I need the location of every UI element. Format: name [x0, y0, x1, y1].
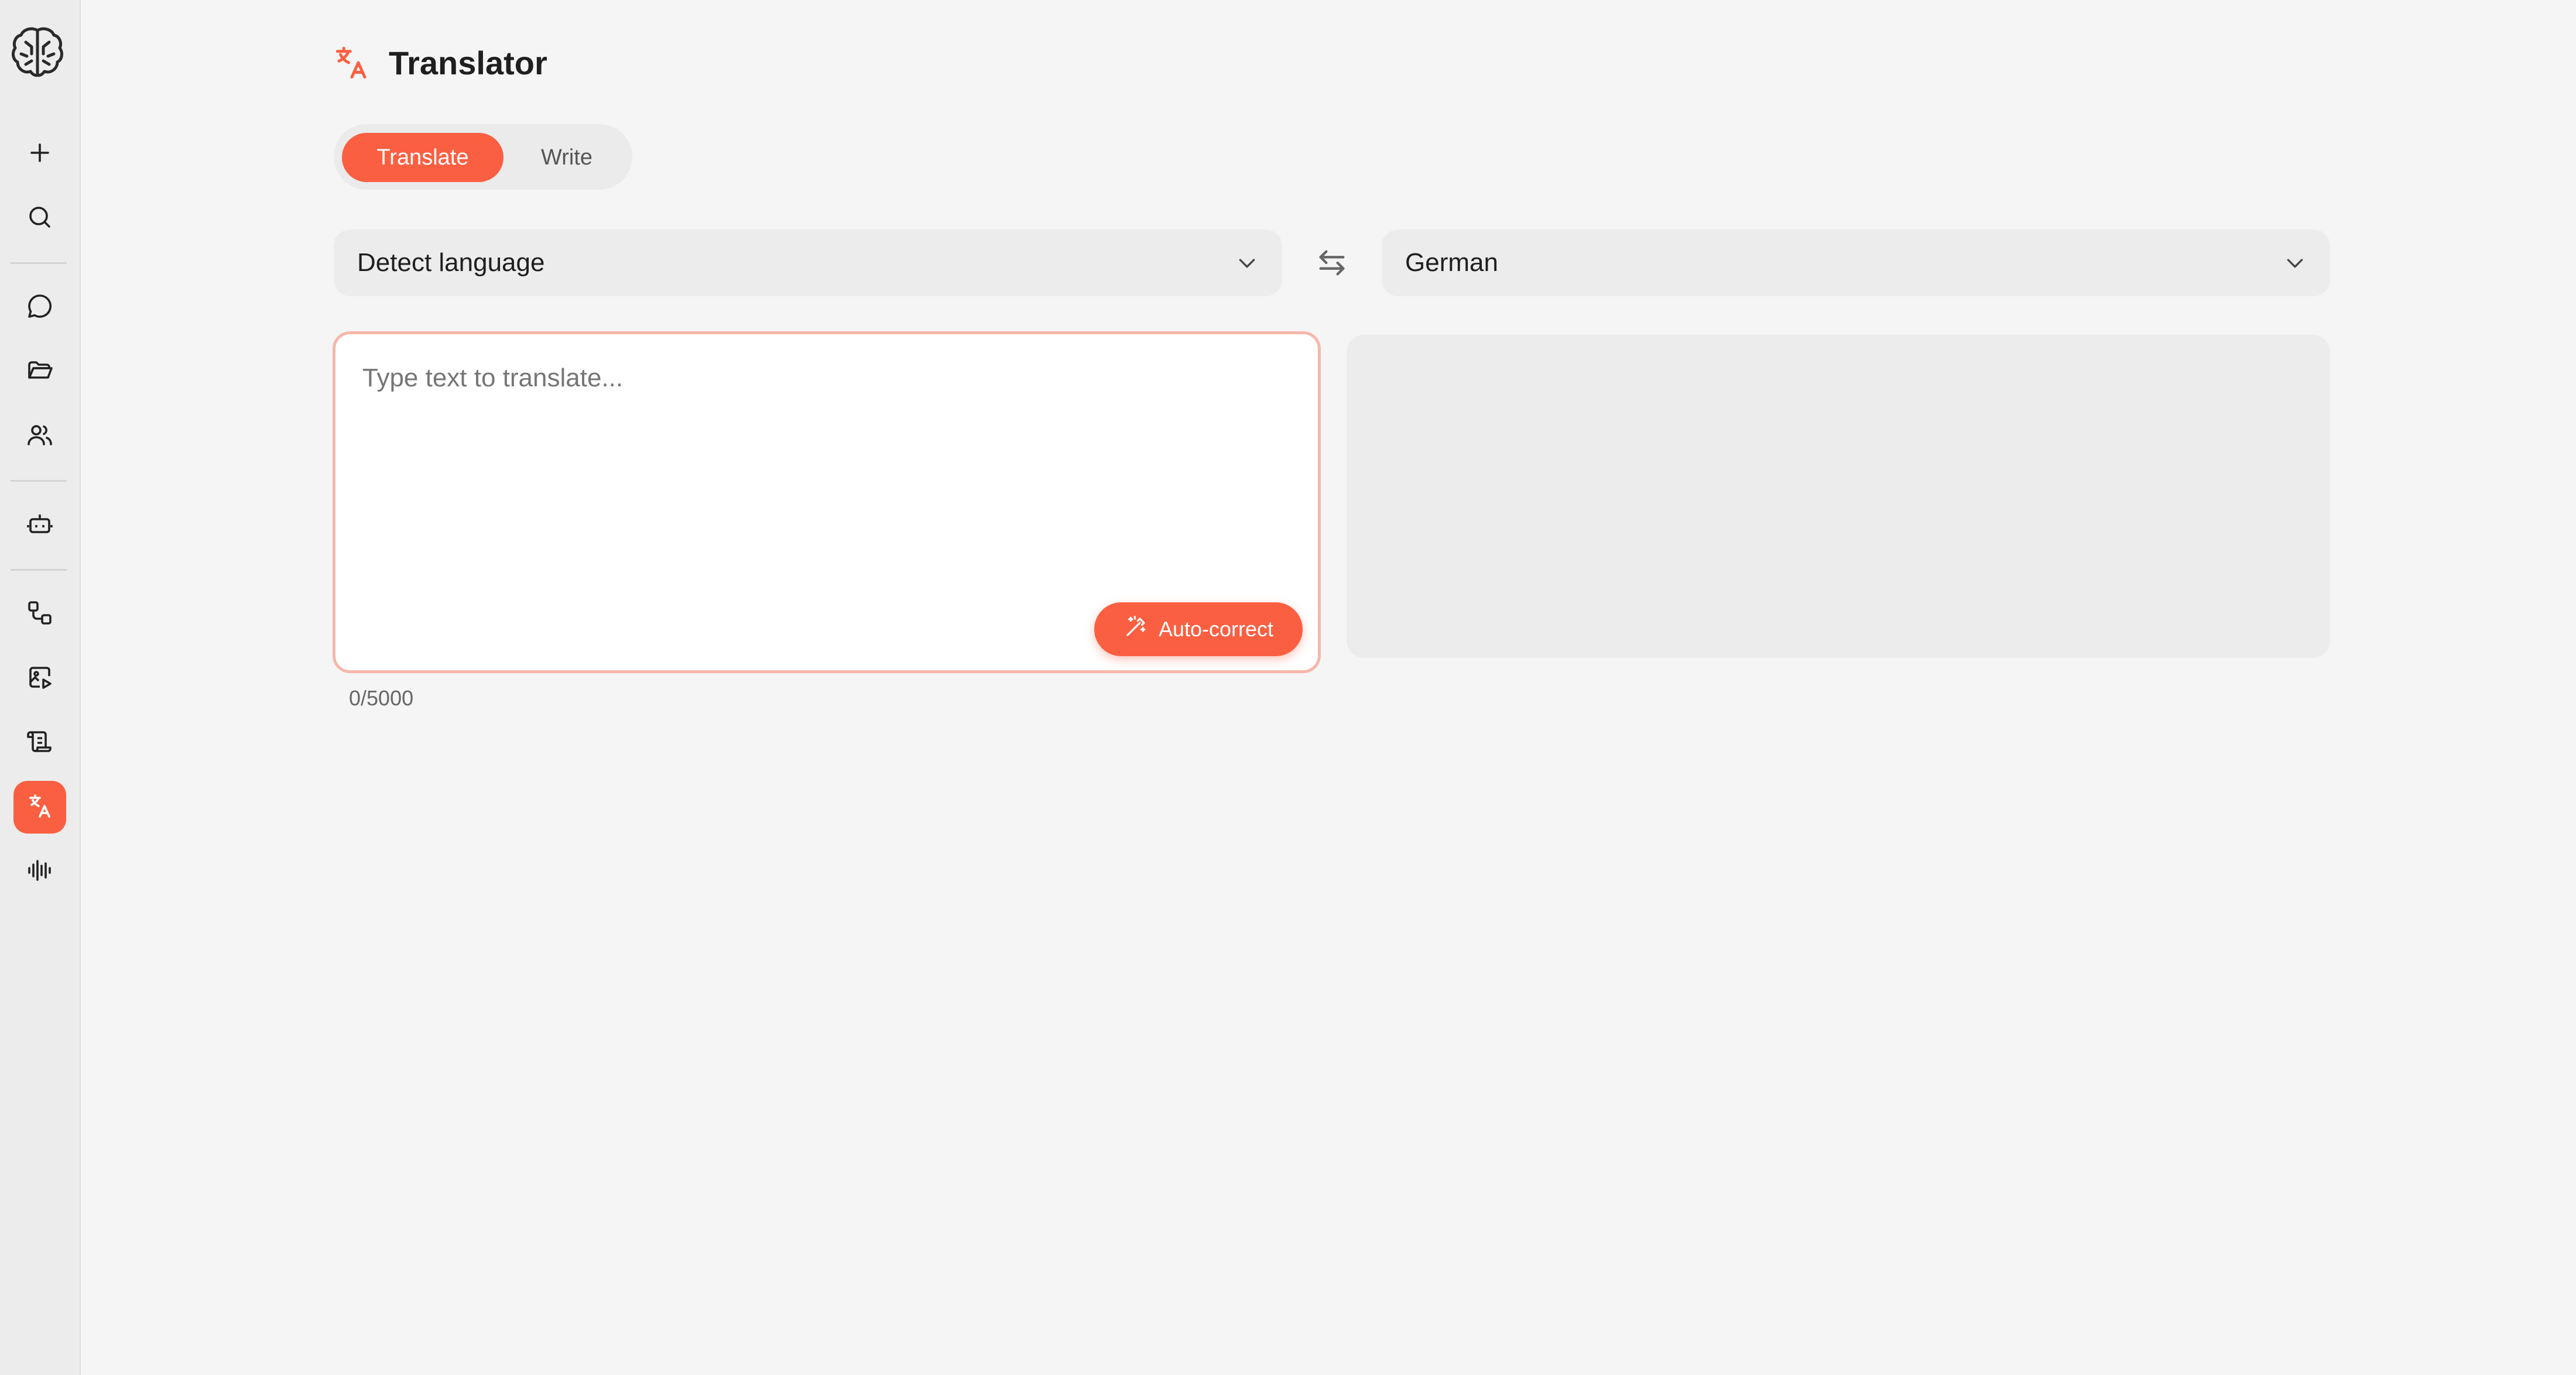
bot-icon	[26, 510, 54, 540]
search-button[interactable]	[13, 192, 66, 245]
new-chat-button[interactable]	[13, 128, 66, 180]
sidebar-item-folders[interactable]	[13, 345, 66, 398]
swap-languages-icon[interactable]	[1315, 246, 1349, 280]
page-title: Translator	[389, 44, 547, 81]
folder-icon	[26, 356, 54, 387]
tab-write[interactable]: Write	[509, 133, 624, 182]
app-root: Translator Translate Write Detect langua…	[0, 0, 2576, 1375]
sidebar	[0, 0, 81, 1375]
character-counter: 0/5000	[349, 686, 414, 710]
sidebar-item-team[interactable]	[13, 410, 66, 462]
sidebar-item-assistants[interactable]	[13, 499, 66, 551]
magic-wand-icon	[1123, 615, 1148, 644]
sidebar-item-workflows[interactable]	[13, 588, 66, 640]
translate-icon	[26, 792, 54, 822]
sidebar-item-media[interactable]	[13, 652, 66, 705]
sidebar-divider	[11, 569, 67, 571]
chevron-down-icon	[1235, 251, 1259, 275]
target-language-select[interactable]: German	[1382, 229, 2330, 296]
sidebar-item-translator[interactable]	[13, 781, 66, 834]
target-language-value: German	[1405, 248, 1498, 277]
source-text-input[interactable]	[362, 364, 1287, 586]
auto-correct-button[interactable]: Auto-correct	[1094, 602, 1303, 656]
sidebar-divider	[11, 262, 67, 264]
translation-output-panel	[1347, 335, 2330, 658]
sidebar-divider	[11, 480, 67, 482]
image-video-icon	[26, 663, 54, 694]
tab-translate[interactable]: Translate	[342, 133, 503, 182]
scroll-icon	[26, 728, 54, 758]
brain-logo-icon[interactable]	[8, 23, 67, 82]
sidebar-item-audio[interactable]	[13, 845, 66, 898]
search-icon	[26, 203, 54, 234]
source-language-select[interactable]: Detect language	[334, 229, 1282, 296]
sidebar-item-chats[interactable]	[13, 281, 66, 334]
users-icon	[26, 421, 54, 451]
audio-wave-icon	[26, 856, 54, 887]
auto-correct-label: Auto-correct	[1158, 617, 1274, 641]
chevron-down-icon	[2283, 251, 2307, 275]
mode-tabs: Translate Write	[334, 124, 632, 190]
source-language-value: Detect language	[357, 248, 545, 277]
workflow-icon	[26, 599, 54, 629]
translate-icon	[333, 43, 371, 82]
chat-icon	[26, 292, 54, 323]
source-text-panel: Auto-correct	[333, 331, 1321, 673]
sidebar-item-prompts[interactable]	[13, 716, 66, 769]
plus-icon	[26, 139, 54, 169]
